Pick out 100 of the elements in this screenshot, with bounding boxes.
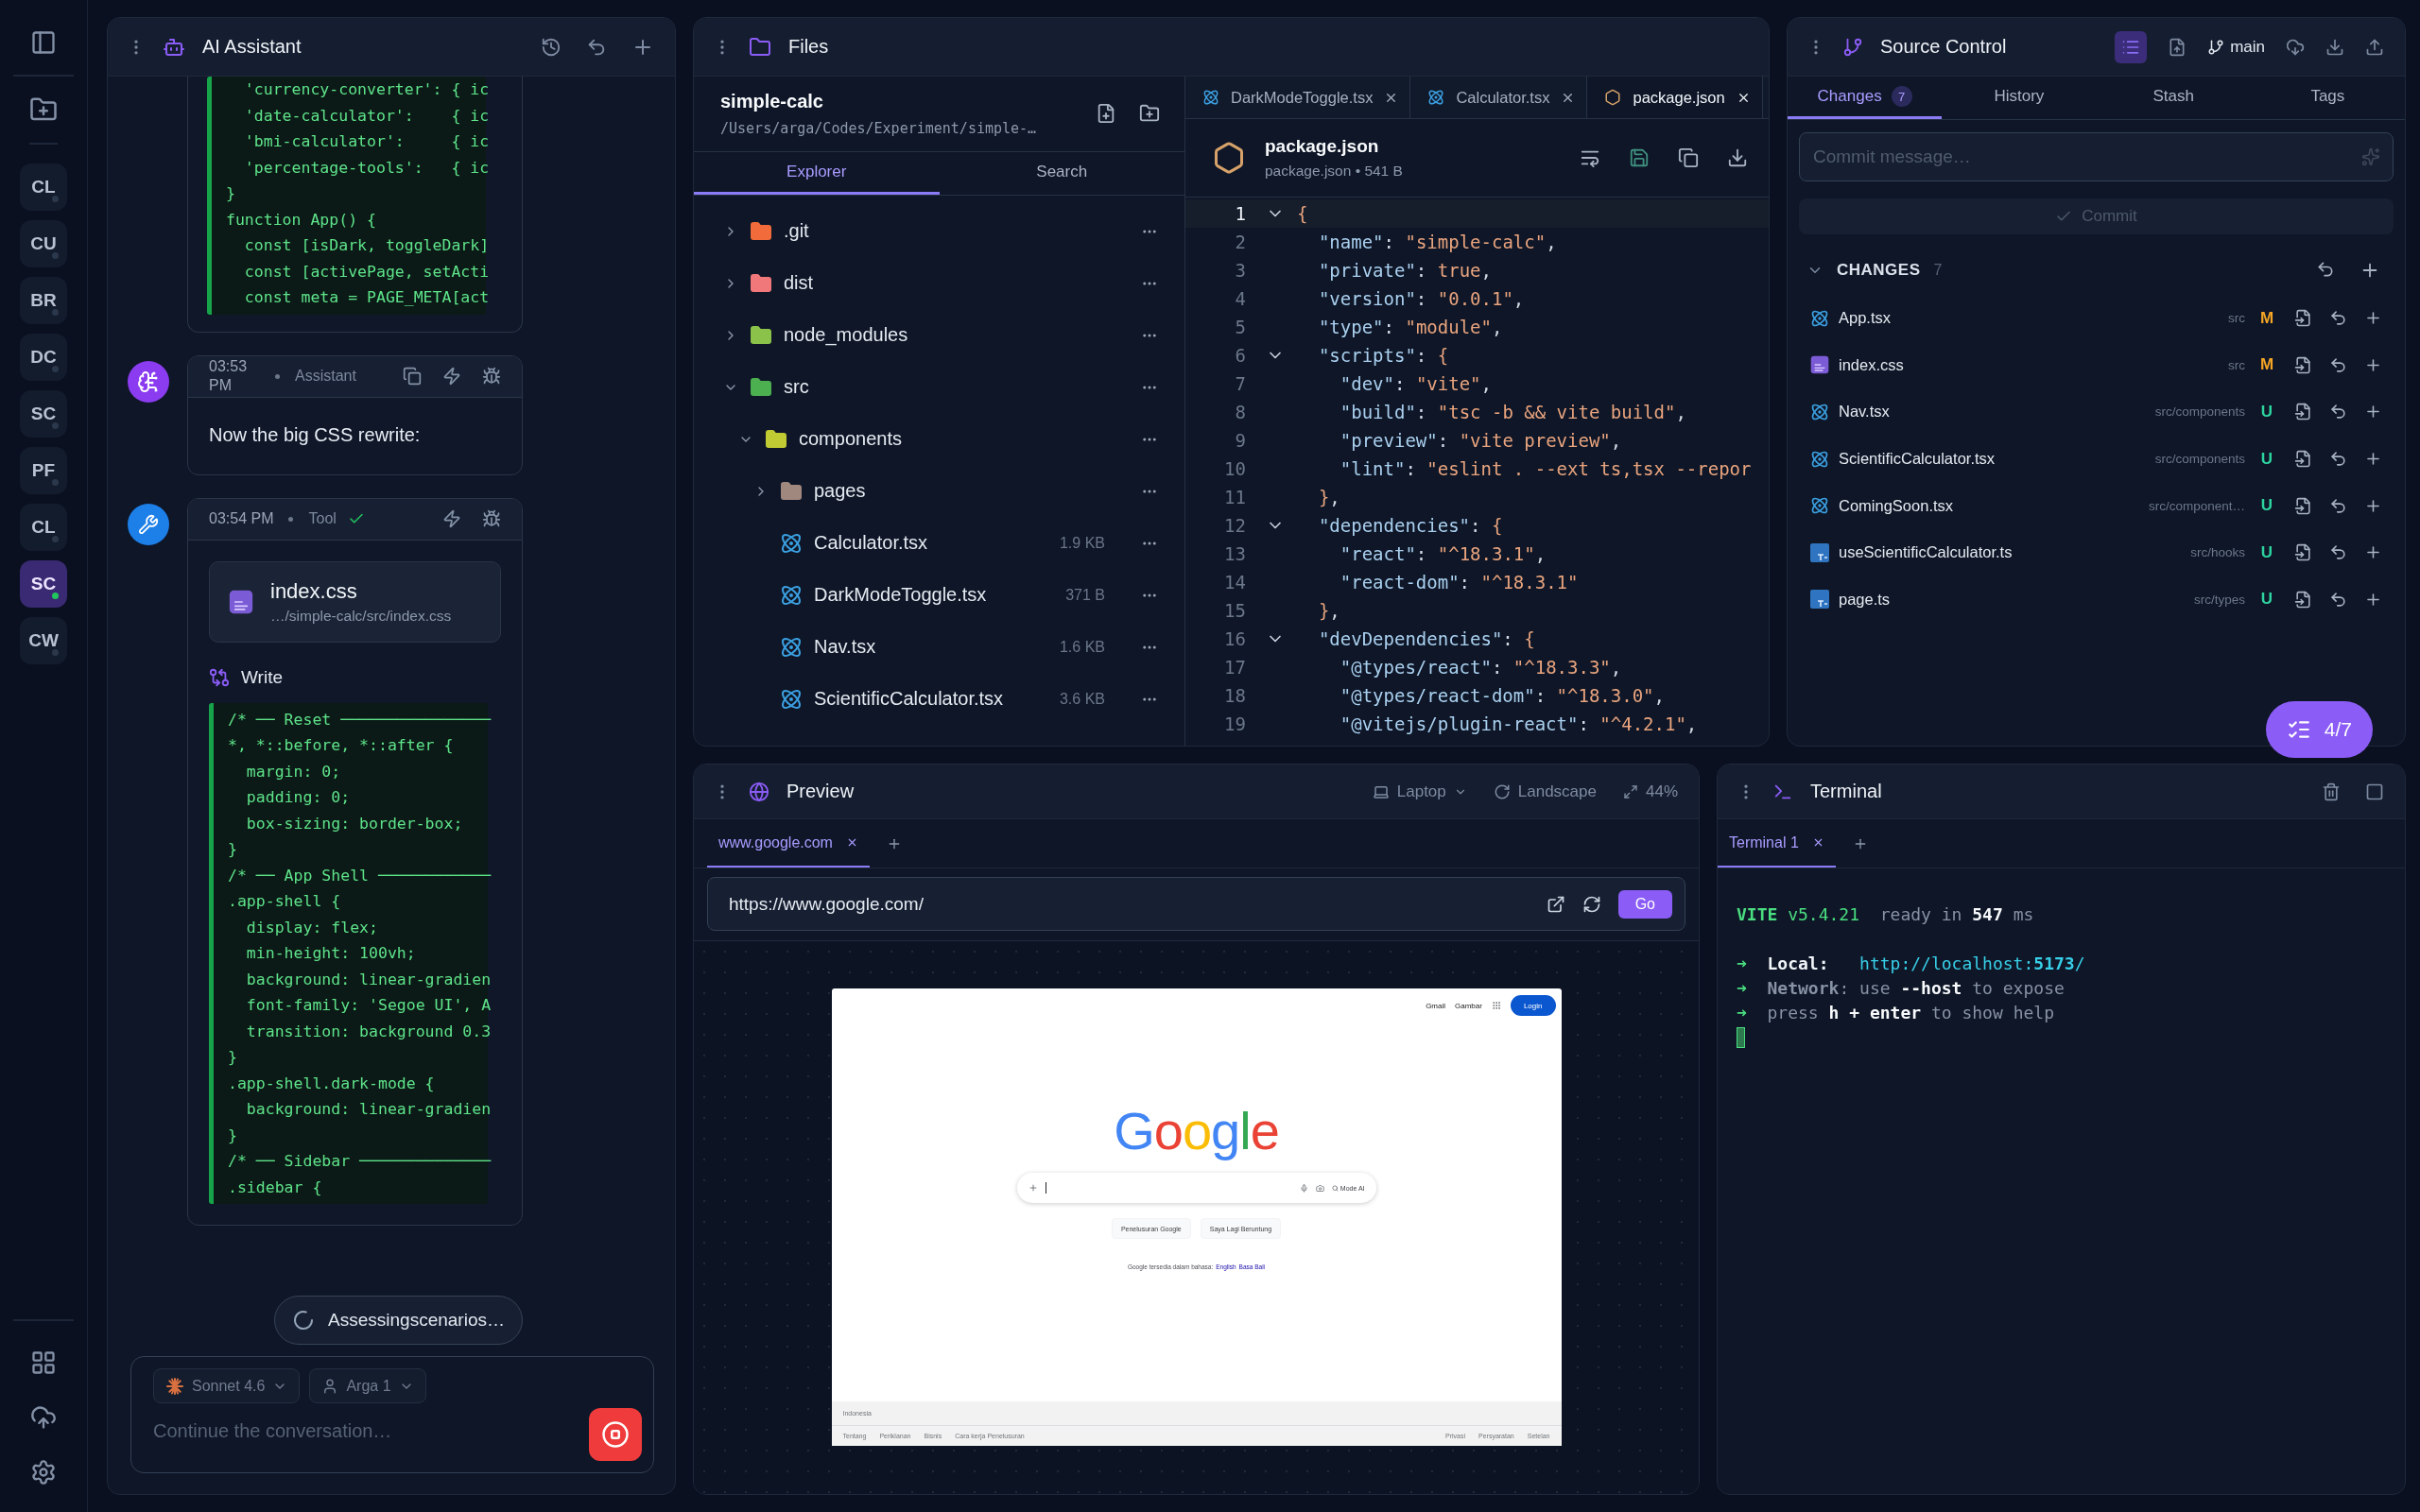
panel-title: Source Control [1880, 36, 2007, 58]
project-name: simple-calc [720, 91, 824, 112]
folder-icon [749, 35, 771, 59]
project-avatar[interactable]: DC [20, 334, 67, 381]
line-number: 2 [1234, 232, 1246, 252]
project-avatar[interactable]: PF [20, 447, 67, 494]
new-folder-icon[interactable] [1139, 103, 1160, 124]
bug-icon[interactable] [482, 367, 501, 386]
undo-icon[interactable] [2329, 355, 2347, 374]
user-selector[interactable]: Arga 1 [309, 1368, 426, 1403]
project-avatar[interactable]: SC [20, 560, 67, 608]
tree-item[interactable]: Nav.tsx [814, 636, 876, 658]
undo-icon[interactable] [2329, 590, 2347, 609]
line-number: 11 [1223, 487, 1246, 507]
project-avatar[interactable]: CW [20, 617, 67, 664]
settings-icon[interactable] [30, 1459, 57, 1486]
undo-icon[interactable] [2329, 403, 2347, 421]
status-text: Assessingscenarios… [328, 1310, 505, 1331]
open-file-icon[interactable] [2294, 403, 2312, 421]
grid-icon[interactable] [30, 1349, 57, 1376]
project-avatar[interactable]: CL [20, 163, 67, 211]
device-selector[interactable]: Laptop [1372, 782, 1467, 801]
orientation-toggle[interactable]: Landscape [1493, 782, 1597, 801]
list-view-toggle[interactable] [2115, 30, 2148, 63]
zoom-level[interactable]: 44% [1622, 782, 1678, 801]
progress-button[interactable]: 4/7 [2265, 701, 2373, 758]
copy-icon[interactable] [403, 367, 422, 386]
changed-file[interactable]: Nav.tsx [1839, 403, 1890, 421]
changed-file[interactable]: ScientificCalculator.tsx [1839, 450, 1996, 469]
project-avatar[interactable]: SC [20, 390, 67, 438]
bug-icon[interactable] [482, 509, 501, 528]
cloud-download-icon[interactable] [2286, 37, 2305, 57]
sidebar-toggle-icon[interactable] [30, 29, 57, 56]
tab[interactable]: Tags [2250, 77, 2405, 119]
download-icon[interactable] [2325, 37, 2344, 57]
tree-item[interactable]: Calculator.tsx [814, 532, 928, 554]
refresh-icon[interactable] [1582, 894, 1601, 914]
header-link[interactable]: Gmail [1426, 1001, 1445, 1010]
trash-icon[interactable] [2322, 782, 2341, 801]
model-selector[interactable]: Sonnet 4.6 [153, 1368, 301, 1403]
go-button[interactable]: Go [1617, 889, 1672, 919]
history-icon[interactable] [541, 36, 562, 58]
undo-icon[interactable] [2329, 450, 2347, 469]
lightning-icon[interactable] [442, 509, 461, 528]
open-file-icon[interactable] [2294, 543, 2312, 562]
open-file-icon[interactable] [2294, 496, 2312, 515]
panel-title: Preview [786, 781, 855, 802]
line-number: 16 [1223, 628, 1246, 649]
new-file-icon[interactable] [1096, 103, 1116, 124]
tab[interactable]: Changes 7 [1788, 77, 1943, 119]
open-file-icon[interactable] [2294, 450, 2312, 469]
undo-icon[interactable] [2329, 543, 2347, 562]
changed-file[interactable]: useScientificCalculator.ts [1839, 543, 2013, 562]
undo-icon[interactable] [2316, 260, 2335, 279]
upload-icon[interactable] [2365, 37, 2384, 57]
open-file-icon[interactable] [2294, 355, 2312, 374]
terminal-tab[interactable]: Terminal 1 [1718, 819, 1836, 868]
editor-tab[interactable]: DarkModeToggle.tsx [1185, 77, 1411, 118]
save-icon[interactable] [1629, 147, 1650, 168]
editor-tab[interactable]: package.json [1587, 77, 1763, 118]
copy-icon[interactable] [1678, 147, 1699, 168]
square-icon[interactable] [2365, 782, 2384, 801]
changed-file[interactable]: index.css [1839, 355, 1904, 374]
stop-button[interactable] [589, 1408, 642, 1461]
tree-item[interactable]: pages [814, 480, 866, 502]
tab[interactable]: Explorer [694, 152, 940, 195]
header-link[interactable]: Gambar [1455, 1001, 1482, 1010]
download-icon[interactable] [1727, 147, 1748, 168]
message-input[interactable]: Continue the conversation… [153, 1417, 569, 1446]
cloud-upload-icon[interactable] [30, 1404, 57, 1431]
tree-item[interactable]: ScientificCalculator.tsx [814, 688, 1004, 710]
tree-item[interactable]: .git [784, 220, 809, 242]
file-card[interactable]: index.css …/simple-calc/src/index.css [209, 560, 501, 643]
tree-item[interactable]: DarkModeToggle.tsx [814, 584, 987, 606]
code-line: "lint": "eslint . --ext ts,tsx --repor [1339, 458, 1752, 479]
browser-tab[interactable]: www.google.com [707, 819, 870, 868]
tab[interactable]: Stash [2096, 77, 2251, 119]
tree-item[interactable]: dist [784, 272, 814, 294]
lightning-icon[interactable] [442, 367, 461, 386]
project-avatar[interactable]: CU [20, 220, 67, 267]
file-path: src/components [2154, 452, 2245, 467]
tree-item[interactable]: components [799, 428, 902, 450]
changed-file[interactable]: ComingSoon.tsx [1839, 496, 1954, 515]
tab[interactable]: History [1942, 77, 2097, 119]
open-file-icon[interactable] [2294, 309, 2312, 328]
tree-item[interactable]: node_modules [784, 324, 908, 346]
tree-item[interactable]: src [784, 376, 809, 398]
external-link-icon[interactable] [1546, 894, 1565, 914]
open-file-icon[interactable] [2294, 590, 2312, 609]
changed-file[interactable]: App.tsx [1839, 309, 1892, 328]
undo-icon[interactable] [2329, 496, 2347, 515]
project-avatar[interactable]: CL [20, 504, 67, 551]
undo-icon[interactable] [2329, 309, 2347, 328]
login-button[interactable]: Login [1510, 995, 1556, 1016]
tab[interactable]: Search [939, 152, 1184, 195]
project-avatar[interactable]: BR [20, 277, 67, 324]
apps-icon[interactable] [1491, 1001, 1501, 1010]
atom-icon [1810, 449, 1829, 469]
changed-file[interactable]: page.ts [1839, 590, 1891, 609]
branch-selector[interactable]: main [2207, 37, 2265, 57]
